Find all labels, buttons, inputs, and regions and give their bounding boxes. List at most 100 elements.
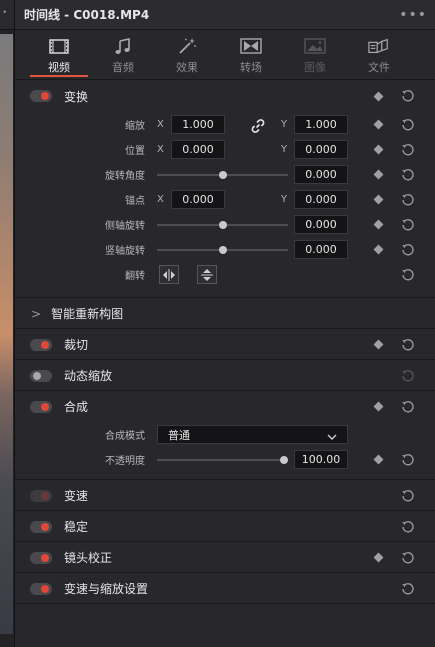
keyframe-diamond-icon[interactable] xyxy=(373,219,384,230)
tab-effects[interactable]: 效果 xyxy=(155,30,219,80)
pitch-slider-handle[interactable] xyxy=(219,221,227,229)
crop-section: 裁切 xyxy=(15,329,435,360)
crop-header[interactable]: 裁切 xyxy=(15,329,435,360)
dynamic-zoom-header[interactable]: 动态缩放 xyxy=(15,360,435,391)
rotation-field[interactable]: 0.000 xyxy=(294,165,348,184)
dynamic-zoom-toggle[interactable] xyxy=(30,369,52,382)
lens-correction-header[interactable]: 镜头校正 xyxy=(15,542,435,573)
flip-vertical-button[interactable] xyxy=(197,265,217,284)
pitch-slider[interactable] xyxy=(157,221,288,229)
reset-icon[interactable] xyxy=(400,488,416,504)
toggle-knob xyxy=(41,402,49,411)
tab-audio[interactable]: 音频 xyxy=(91,30,155,80)
tab-transition[interactable]: 转场 xyxy=(219,30,283,80)
speed-change-header[interactable]: 变速 xyxy=(15,480,435,511)
crop-title: 裁切 xyxy=(64,338,89,352)
anchor-row: 锚点 X 0.000 Y 0.000 xyxy=(15,187,435,212)
chevron-down-icon xyxy=(327,431,337,444)
transform-toggle[interactable] xyxy=(30,90,52,102)
reset-icon[interactable] xyxy=(400,192,416,208)
reset-icon[interactable] xyxy=(400,117,416,133)
position-x-field[interactable]: 0.000 xyxy=(171,140,225,159)
keyframe-diamond-icon[interactable] xyxy=(373,169,384,180)
position-row: 位置 X 0.000 Y 0.000 xyxy=(15,137,435,162)
smart-reframe-section: > 智能重新构图 xyxy=(15,298,435,329)
tab-video[interactable]: 视频 xyxy=(27,30,91,80)
inspector-header: 时间线 - C0018.MP4 ••• xyxy=(15,0,435,30)
stabilization-toggle[interactable] xyxy=(30,520,52,533)
retime-scaling-toggle[interactable] xyxy=(30,582,52,595)
smart-reframe-header[interactable]: > 智能重新构图 xyxy=(15,298,435,329)
reset-icon[interactable] xyxy=(400,368,416,384)
reset-icon[interactable] xyxy=(400,142,416,158)
crop-toggle[interactable] xyxy=(30,338,52,351)
opacity-slider[interactable] xyxy=(157,456,288,464)
yaw-slider-handle[interactable] xyxy=(219,246,227,254)
keyframe-diamond-icon[interactable] xyxy=(373,339,384,350)
reset-icon[interactable] xyxy=(400,217,416,233)
opacity-field[interactable]: 100.00 xyxy=(294,450,348,469)
link-icon[interactable] xyxy=(251,118,265,137)
speed-change-title: 变速 xyxy=(64,489,89,503)
retime-scaling-header[interactable]: 变速与缩放设置 xyxy=(15,573,435,604)
pitch-field[interactable]: 0.000 xyxy=(294,215,348,234)
composite-toggle[interactable] xyxy=(30,400,52,413)
yaw-field[interactable]: 0.000 xyxy=(294,240,348,259)
keyframe-diamond-icon[interactable] xyxy=(373,401,384,412)
inspector-panel: 时间线 - C0018.MP4 ••• 视频 音频 效果 转场 图像 文件 变换… xyxy=(15,0,435,647)
opacity-row: 不透明度 100.00 xyxy=(15,447,435,472)
stabilization-header[interactable]: 稳定 xyxy=(15,511,435,542)
zoom-x-axis-label: X xyxy=(157,119,164,130)
inspector-title: 时间线 - C0018.MP4 xyxy=(24,8,150,22)
reset-icon[interactable] xyxy=(400,242,416,258)
speed-change-toggle[interactable] xyxy=(30,489,52,502)
reset-icon[interactable] xyxy=(400,88,416,104)
reset-icon[interactable] xyxy=(400,267,416,283)
anchor-y-field[interactable]: 0.000 xyxy=(294,190,348,209)
dynamic-zoom-title: 动态缩放 xyxy=(64,369,113,383)
position-y-axis-label: Y xyxy=(281,144,288,155)
zoom-x-field[interactable]: 1.000 xyxy=(171,115,225,134)
reset-icon[interactable] xyxy=(400,399,416,415)
toggle-knob xyxy=(41,553,49,562)
film-strip-icon xyxy=(48,37,70,55)
composite-mode-select[interactable]: 普通 xyxy=(157,425,348,444)
reset-icon[interactable] xyxy=(400,550,416,566)
more-options-icon[interactable]: ••• xyxy=(399,7,427,23)
flip-horizontal-button[interactable] xyxy=(159,265,179,284)
toggle-knob xyxy=(41,584,49,593)
tab-image[interactable]: 图像 xyxy=(283,30,347,80)
reset-icon[interactable] xyxy=(400,167,416,183)
tab-file[interactable]: 文件 xyxy=(347,30,411,80)
keyframe-diamond-icon[interactable] xyxy=(373,91,384,102)
position-y-field[interactable]: 0.000 xyxy=(294,140,348,159)
anchor-y-axis-label: Y xyxy=(281,194,288,205)
flip-label: 翻转 xyxy=(125,271,145,282)
rotation-slider-handle[interactable] xyxy=(219,171,227,179)
keyframe-diamond-icon[interactable] xyxy=(373,244,384,255)
reset-icon[interactable] xyxy=(400,519,416,535)
zoom-y-field[interactable]: 1.000 xyxy=(294,115,348,134)
composite-header[interactable]: 合成 xyxy=(15,391,435,422)
reset-icon[interactable] xyxy=(400,581,416,597)
keyframe-diamond-icon[interactable] xyxy=(373,454,384,465)
opacity-slider-handle[interactable] xyxy=(280,456,288,464)
keyframe-diamond-icon[interactable] xyxy=(373,144,384,155)
yaw-slider[interactable] xyxy=(157,246,288,254)
anchor-x-field[interactable]: 0.000 xyxy=(171,190,225,209)
yaw-label: 竖轴旋转 xyxy=(105,246,145,257)
rotation-slider[interactable] xyxy=(157,171,288,179)
chevron-right-icon[interactable]: > xyxy=(31,307,41,321)
toggle-knob xyxy=(41,491,49,500)
keyframe-diamond-icon[interactable] xyxy=(373,194,384,205)
keyframe-diamond-icon[interactable] xyxy=(373,552,384,563)
reset-icon[interactable] xyxy=(400,452,416,468)
composite-section: 合成 合成模式 普通 不透明度 100.00 xyxy=(15,391,435,480)
retime-scaling-title: 变速与缩放设置 xyxy=(64,582,149,596)
transform-header[interactable]: 变换 xyxy=(15,80,435,112)
keyframe-diamond-icon[interactable] xyxy=(373,119,384,130)
lens-correction-toggle[interactable] xyxy=(30,551,52,564)
reset-icon[interactable] xyxy=(400,337,416,353)
clip-thumbnail xyxy=(0,34,13,634)
toggle-knob xyxy=(41,340,49,349)
